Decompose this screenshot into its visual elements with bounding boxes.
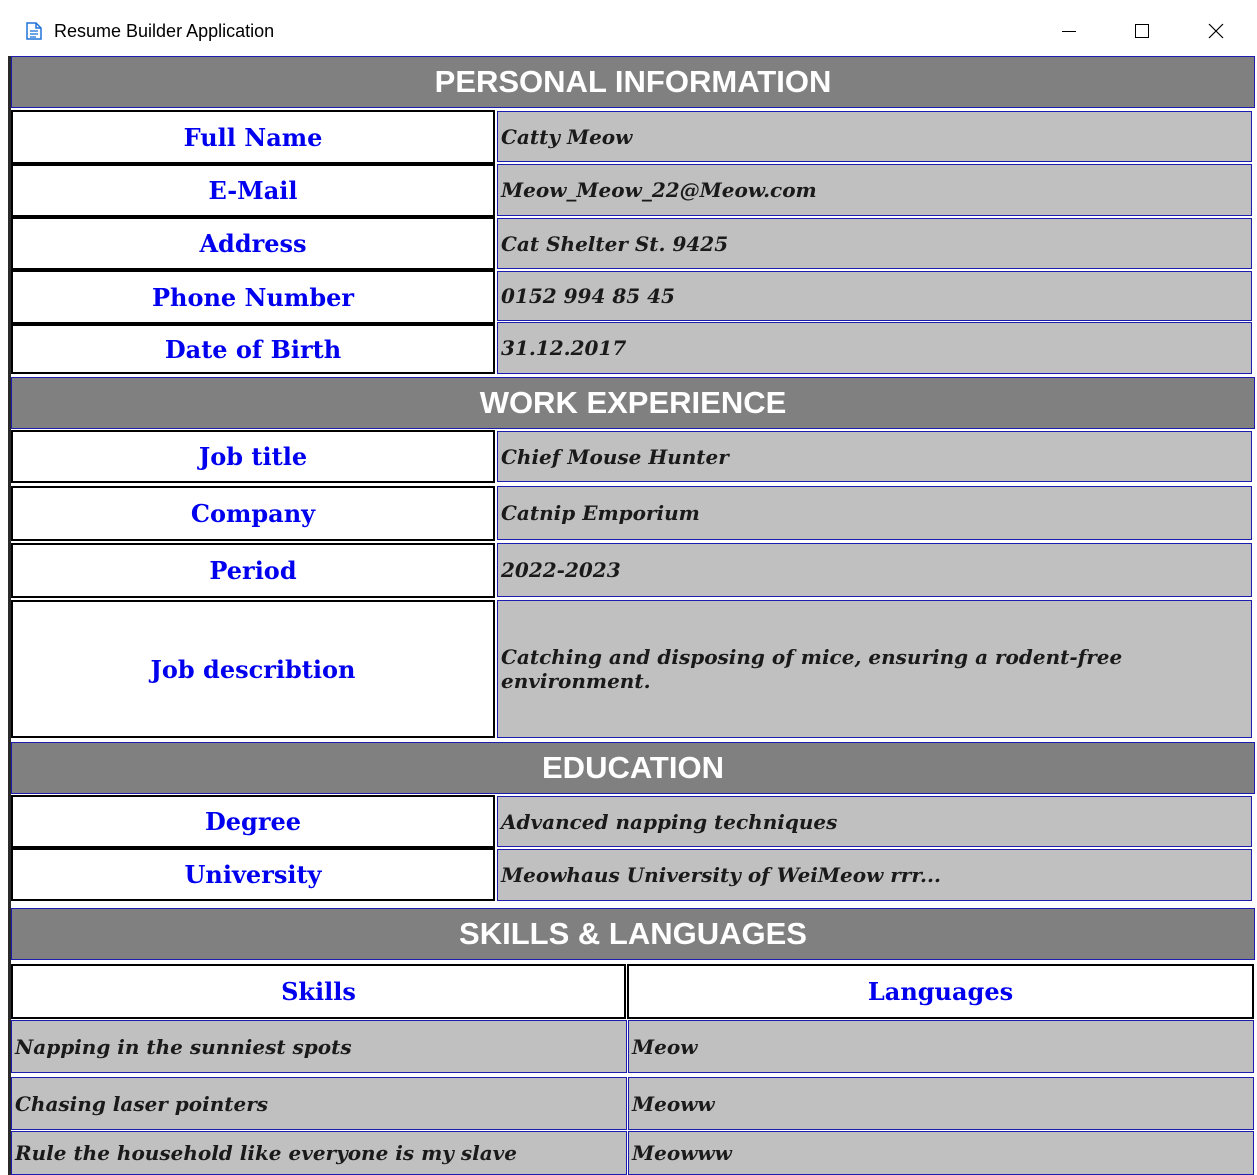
label-email: E-Mail (11, 164, 495, 217)
field-address[interactable]: Cat Shelter St. 9425 (497, 218, 1252, 269)
skill-item[interactable]: Rule the household like everyone is my s… (11, 1131, 627, 1175)
skills-column-header: Skills (11, 964, 626, 1019)
section-header-work: WORK EXPERIENCE (11, 377, 1255, 429)
label-university: University (11, 848, 495, 901)
label-date-of-birth: Date of Birth (11, 324, 495, 374)
field-degree[interactable]: Advanced napping techniques (497, 796, 1252, 847)
field-phone-number[interactable]: 0152 994 85 45 (497, 271, 1252, 321)
field-company[interactable]: Catnip Emporium (497, 486, 1252, 540)
field-period[interactable]: 2022-2023 (497, 543, 1252, 597)
minimize-button[interactable] (1046, 14, 1092, 48)
close-icon (1208, 23, 1224, 39)
label-degree: Degree (11, 795, 495, 848)
section-header-education: EDUCATION (11, 742, 1255, 794)
field-date-of-birth[interactable]: 31.12.2017 (497, 322, 1252, 374)
skill-item[interactable]: Chasing laser pointers (11, 1077, 627, 1130)
label-address: Address (11, 217, 495, 270)
field-full-name[interactable]: Catty Meow (497, 111, 1252, 162)
minimize-icon (1062, 31, 1076, 32)
maximize-button[interactable] (1119, 14, 1165, 48)
language-item[interactable]: Meoww (628, 1077, 1254, 1130)
document-icon (26, 22, 42, 40)
label-full-name: Full Name (11, 110, 495, 164)
skill-item[interactable]: Napping in the sunniest spots (11, 1020, 627, 1073)
title-bar: Resume Builder Application (0, 0, 1257, 56)
field-university[interactable]: Meowhaus University of WeiMeow rrr... (497, 849, 1252, 901)
label-phone-number: Phone Number (11, 270, 495, 324)
section-header-skills: SKILLS & LANGUAGES (11, 908, 1255, 960)
label-job-description: Job describtion (11, 600, 495, 738)
field-job-title[interactable]: Chief Mouse Hunter (497, 431, 1252, 482)
label-period: Period (11, 543, 495, 598)
close-button[interactable] (1193, 14, 1239, 48)
languages-column-header: Languages (627, 964, 1254, 1019)
language-item[interactable]: Meow (628, 1020, 1254, 1073)
field-email[interactable]: Meow_Meow_22@Meow.com (497, 164, 1252, 216)
maximize-icon (1135, 24, 1149, 38)
field-job-description[interactable]: Catching and disposing of mice, ensuring… (497, 600, 1252, 738)
label-job-title: Job title (11, 430, 495, 483)
language-item[interactable]: Meowww (628, 1131, 1254, 1175)
window-title: Resume Builder Application (54, 21, 275, 41)
label-company: Company (11, 486, 495, 541)
section-header-personal: PERSONAL INFORMATION (11, 56, 1255, 108)
